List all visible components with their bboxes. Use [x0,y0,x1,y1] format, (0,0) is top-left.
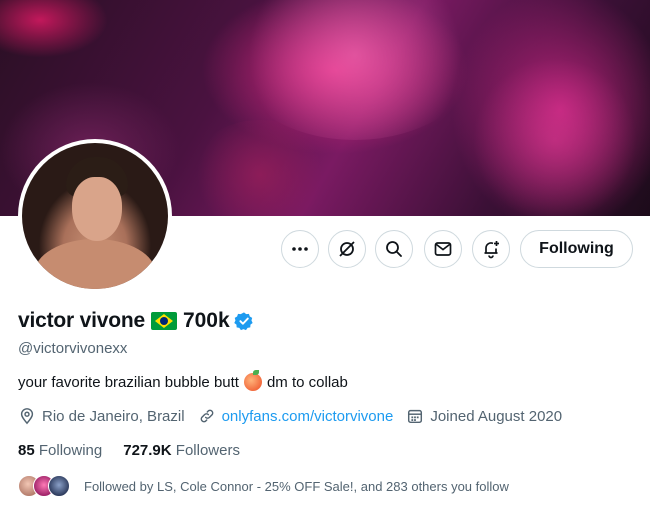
profile-website[interactable]: onlyfans.com/victorvivone [198,407,394,425]
profile-name-row: victor vivone 700k [18,309,254,333]
peach-emoji-icon [243,370,262,391]
more-button[interactable] [281,230,319,268]
followers-stat[interactable]: 727.9K Followers [123,442,240,459]
followed-by[interactable]: Followed by LS, Cole Connor - 25% OFF Sa… [18,475,509,497]
bio-text-start: your favorite brazilian bubble butt [18,373,239,391]
profile-handle: @victorvivonexx [18,340,128,357]
location-text: Rio de Janeiro, Brazil [42,407,185,425]
calendar-icon [408,409,423,424]
message-button[interactable] [424,230,462,268]
location-pin-icon [20,408,34,425]
notifications-button[interactable] [472,230,510,268]
profile-avatar[interactable] [18,139,172,293]
following-label: Following [38,442,103,459]
link-icon [200,409,213,423]
notification-add-icon [484,241,499,259]
search-button[interactable] [375,230,413,268]
search-icon [386,241,402,257]
brazil-flag-icon [150,312,177,330]
message-icon [434,242,452,256]
profile-actions: Following [0,230,650,268]
grok-icon [339,241,355,257]
following-count: 85 [18,442,35,459]
joined-text: Joined August 2020 [430,407,563,425]
bio-text-end: dm to collab [266,373,348,391]
follower-avatar [48,475,70,497]
followers-count: 727.9K [123,442,172,459]
following-stat[interactable]: 85 Following [18,442,102,459]
following-button[interactable]: Following [520,230,633,268]
website-link[interactable]: onlyfans.com/victorvivone [222,408,394,425]
profile-name-suffix: 700k [182,309,230,332]
more-icon [292,247,308,251]
profile-stats: 85 Following 727.9K Followers [18,442,261,459]
profile-joined: Joined August 2020 [406,407,562,425]
followers-label: Followers [175,442,240,459]
profile-meta: Rio de Janeiro, Brazil onlyfans.com/vict… [18,407,575,425]
profile-name: victor vivone [18,309,145,332]
follower-avatars [18,475,72,497]
grok-button[interactable] [328,230,366,268]
profile-location: Rio de Janeiro, Brazil [18,407,185,425]
followed-by-text: Followed by LS, Cole Connor - 25% OFF Sa… [84,478,509,494]
verified-badge-icon[interactable] [233,311,254,331]
profile-bio: your favorite brazilian bubble butt dm t… [18,370,348,391]
